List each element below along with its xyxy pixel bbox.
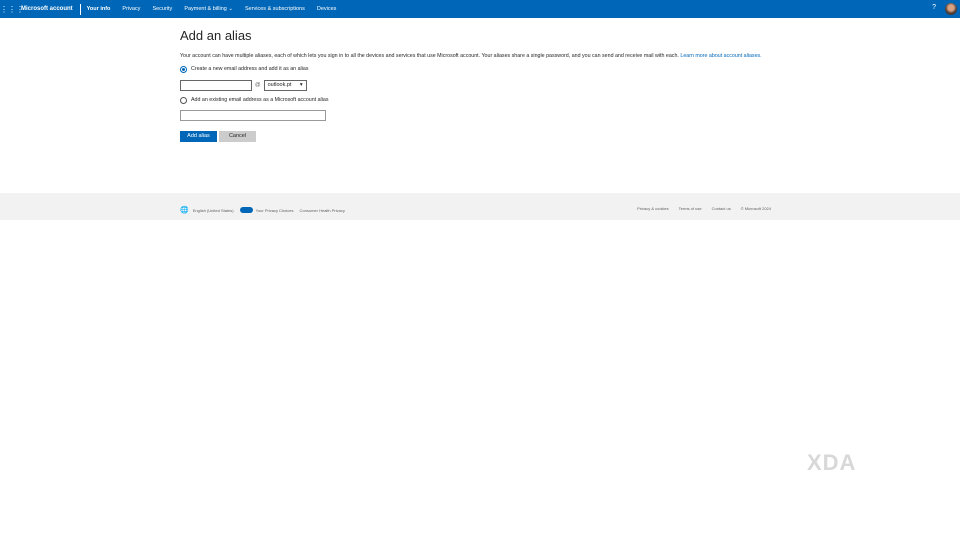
cancel-button[interactable]: Cancel — [219, 130, 256, 142]
nav-devices[interactable]: Devices — [311, 6, 343, 12]
contact-link[interactable]: Contact us — [712, 206, 731, 211]
chevron-down-icon: ⌄ — [228, 6, 233, 12]
app-launcher-icon[interactable]: ⋮⋮⋮ — [0, 5, 24, 14]
nav-payment-billing[interactable]: Payment & billing ⌄ — [178, 6, 239, 12]
language-link[interactable]: English (United States) — [193, 208, 234, 213]
chevron-down-icon: ▾ — [299, 82, 303, 88]
health-privacy-link[interactable]: Consumer Health Privacy — [300, 208, 345, 213]
xda-watermark: XDA — [807, 450, 857, 475]
globe-icon: 🌐 — [180, 207, 189, 214]
at-sign: @ — [255, 82, 261, 88]
domain-select[interactable]: outlook.pt ▾ — [263, 79, 307, 91]
page-title: Add an alias — [180, 28, 252, 43]
existing-email-input[interactable] — [180, 109, 326, 121]
nav-privacy[interactable]: Privacy — [116, 6, 146, 12]
nav-services[interactable]: Services & subscriptions — [239, 6, 311, 12]
radio-existing[interactable]: Add an existing email address as a Micro… — [180, 96, 772, 104]
help-icon[interactable]: ? — [932, 4, 936, 11]
terms-link[interactable]: Terms of use — [679, 206, 702, 211]
domain-value: outlook.pt — [267, 82, 292, 88]
add-alias-form: Add an alias Your account can have multi… — [180, 28, 772, 142]
nav-security[interactable]: Security — [146, 6, 178, 12]
add-alias-button[interactable]: Add alias — [180, 130, 217, 142]
copyright: © Microsoft 2024 — [740, 206, 771, 211]
radio-button-checked[interactable] — [180, 65, 187, 73]
radio-button[interactable] — [180, 96, 187, 104]
top-nav: ⋮⋮⋮ Microsoft account Your info Privacy … — [0, 0, 960, 18]
radio-label: Create a new email address and add it as… — [191, 66, 309, 72]
avatar[interactable] — [945, 3, 957, 15]
description-text: Your account can have multiple aliases, … — [180, 53, 679, 59]
radio-label: Add an existing email address as a Micro… — [191, 97, 329, 103]
nav-label: Payment & billing — [184, 6, 227, 12]
footer: 🌐 English (United States) Your Privacy C… — [0, 193, 960, 220]
brand-link[interactable]: Microsoft account — [18, 3, 81, 15]
privacy-choices-icon — [239, 207, 253, 213]
learn-more-link[interactable]: Learn more about account aliases. — [680, 53, 761, 59]
description: Your account can have multiple aliases, … — [180, 53, 772, 61]
new-email-input[interactable] — [180, 79, 252, 91]
privacy-choices-link[interactable]: Your Privacy Choices — [256, 208, 294, 213]
radio-create-new[interactable]: Create a new email address and add it as… — [180, 65, 772, 73]
nav-your-info[interactable]: Your info — [81, 6, 117, 12]
privacy-cookies-link[interactable]: Privacy & cookies — [637, 206, 669, 211]
